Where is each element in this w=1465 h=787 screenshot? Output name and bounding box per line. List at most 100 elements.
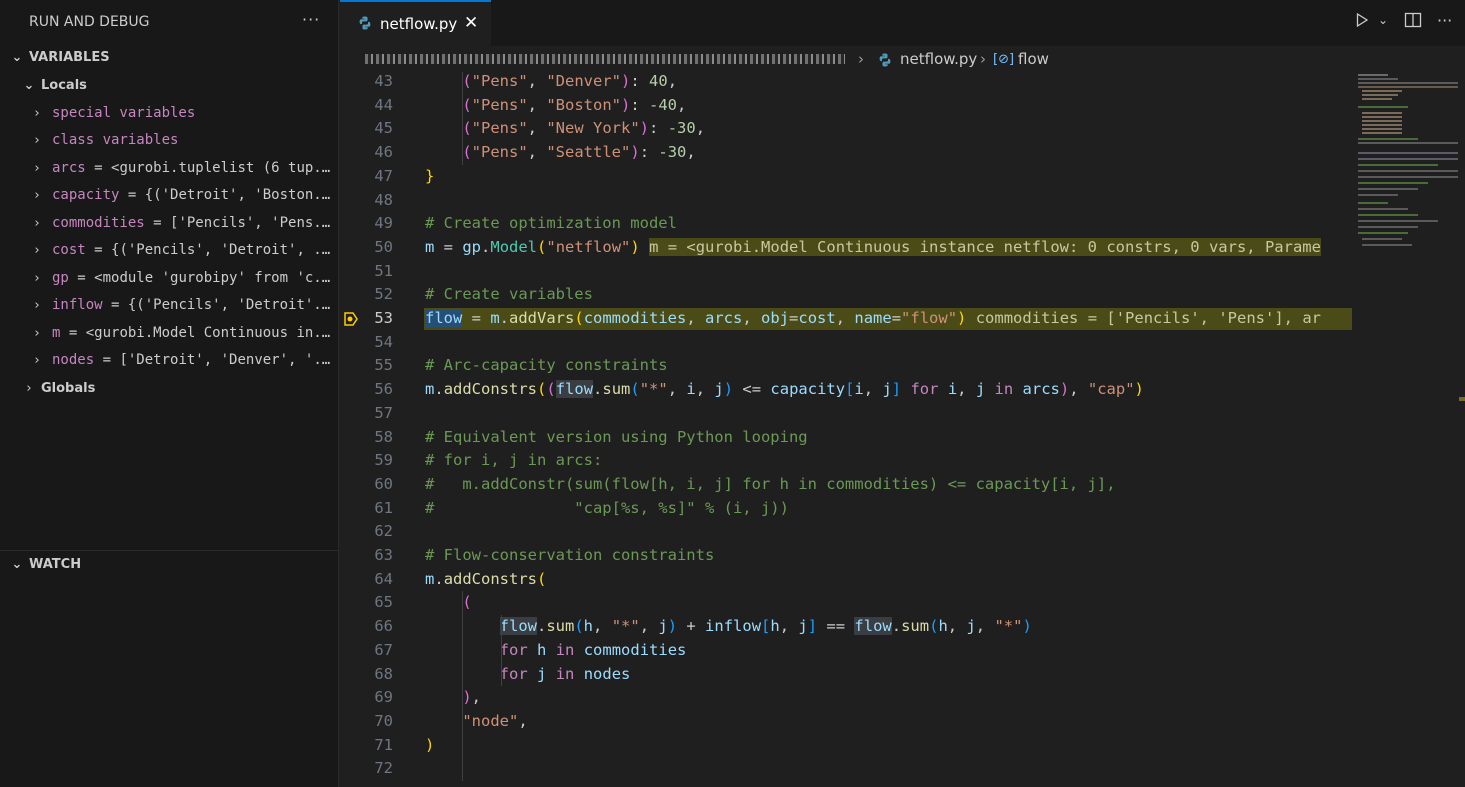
code-line[interactable]: 60 # m.addConstr(sum(flow[h, i, j] for h … (340, 473, 1352, 497)
code-editor[interactable]: 43 ("Pens", "Denver"): 40, 44 ("Pens", "B… (340, 72, 1352, 787)
line-number: 50 (374, 237, 393, 256)
line-number: 45 (374, 119, 393, 138)
minimap[interactable] (1352, 72, 1460, 787)
indent-guide (462, 591, 463, 781)
code-line[interactable]: 67 for h in commodities (340, 639, 1352, 663)
code-line[interactable]: 56 m.addConstrs((flow.sum("*", i, j) <= c… (340, 378, 1352, 402)
locals-scope[interactable]: ⌄ Locals (0, 75, 339, 97)
chevron-right-icon[interactable]: › (33, 237, 45, 264)
code-line[interactable]: 71) (340, 734, 1352, 758)
code-line[interactable]: 70 "node", (340, 710, 1352, 734)
watch-section-header[interactable]: ⌄ WATCH (0, 554, 339, 576)
code-text: for h in commodities (499, 640, 687, 659)
code-line[interactable]: 49 # Create optimization model (340, 212, 1352, 236)
code-line[interactable]: 44 ("Pens", "Boston"): -40, (340, 94, 1352, 118)
code-line[interactable]: 57 (340, 402, 1352, 426)
chevron-right-icon[interactable]: › (33, 347, 45, 374)
chevron-right-icon[interactable]: › (33, 127, 45, 154)
code-line[interactable]: 46 ("Pens", "Seattle"): -30, (340, 141, 1352, 165)
chevron-right-icon[interactable]: › (33, 265, 45, 292)
code-text: flow = m.addVars(commodities, arcs, obj=… (425, 309, 1321, 327)
code-text: ), (462, 688, 482, 707)
chevron-right-icon: › (980, 50, 986, 68)
variable-row[interactable]: › capacity = {('Detroit', 'Boston... (0, 182, 339, 209)
breadcrumb-symbol[interactable]: flow (1018, 50, 1049, 68)
line-number: 69 (374, 688, 393, 707)
variable-row[interactable]: › gp = <module 'gurobipy' from 'c... (0, 265, 339, 292)
section-divider (0, 550, 339, 551)
code-line[interactable]: 51 (340, 260, 1352, 284)
chevron-down-icon: ⌄ (23, 78, 35, 93)
code-text: m = gp.Model("netflow") m = <gurobi.Mode… (425, 237, 1321, 256)
code-text: ( (462, 593, 472, 612)
variable-row[interactable]: › nodes = ['Detroit', 'Denver', '... (0, 347, 339, 374)
chevron-right-icon[interactable]: › (33, 210, 45, 237)
code-line[interactable]: 52 # Create variables (340, 283, 1352, 307)
variable-name: class variables (52, 132, 179, 148)
code-line[interactable]: 47} (340, 165, 1352, 189)
variable-row[interactable]: › arcs = <gurobi.tuplelist (6 tup... (0, 155, 339, 182)
variable-row[interactable]: › special variables (0, 100, 339, 127)
tab-netflow[interactable]: netflow.py ✕ (340, 0, 491, 46)
globals-scope[interactable]: › Globals (0, 378, 339, 400)
code-line[interactable]: 53 flow = m.addVars(commodities, arcs, ob… (340, 307, 1352, 331)
breadcrumb-path-redacted (365, 54, 845, 64)
code-line[interactable]: 58 # Equivalent version using Python loop… (340, 426, 1352, 450)
code-line[interactable]: 63 # Flow-conservation constraints (340, 544, 1352, 568)
line-number: 59 (374, 451, 393, 470)
variable-row[interactable]: › cost = {('Pencils', 'Detroit', ... (0, 237, 339, 264)
indent-guide (462, 72, 463, 165)
code-line[interactable]: 68 for j in nodes (340, 663, 1352, 687)
line-number: 53 (374, 309, 393, 327)
chevron-down-icon: ⌄ (11, 50, 23, 65)
variables-section-header[interactable]: ⌄ VARIABLES (0, 47, 339, 69)
code-line[interactable]: 61 # "cap[%s, %s]" % (i, j)) (340, 497, 1352, 521)
line-number: 52 (374, 285, 393, 304)
chevron-right-icon[interactable]: › (33, 155, 45, 182)
line-number: 62 (374, 522, 393, 541)
chevron-right-icon[interactable]: › (33, 320, 45, 347)
inline-debug-value: commodities = ['Pencils', 'Pens'], ar (975, 309, 1321, 327)
code-line[interactable]: 65 ( (340, 591, 1352, 615)
close-icon[interactable]: ✕ (464, 13, 478, 33)
variable-row[interactable]: › inflow = {('Pencils', 'Detroit'... (0, 292, 339, 319)
code-line[interactable]: 64 m.addConstrs( (340, 568, 1352, 592)
more-actions-icon[interactable]: ··· (302, 10, 320, 29)
code-line[interactable]: 45 ("Pens", "New York"): -30, (340, 117, 1352, 141)
code-line[interactable]: 72 (340, 757, 1352, 781)
equals-sign: = (85, 242, 112, 258)
code-text: ("Pens", "New York"): -30, (462, 119, 706, 138)
code-text: # m.addConstr(sum(flow[h, i, j] for h in… (425, 474, 1116, 493)
variable-row[interactable]: › commodities = ['Pencils', 'Pens... (0, 210, 339, 237)
variable-name: commodities (52, 215, 145, 231)
inline-debug-value: m = <gurobi.Model Continuous instance ne… (649, 237, 1321, 256)
code-text: m.addConstrs( (425, 569, 547, 588)
variable-row[interactable]: › m = <gurobi.Model Continuous in... (0, 320, 339, 347)
variable-row[interactable]: › class variables (0, 127, 339, 154)
line-number: 43 (374, 72, 393, 90)
variable-name: cost (52, 242, 86, 258)
code-line[interactable]: 59 # for i, j in arcs: (340, 449, 1352, 473)
split-editor-icon[interactable] (1404, 12, 1422, 32)
more-actions-icon[interactable]: ··· (1437, 11, 1452, 30)
code-line[interactable]: 43 ("Pens", "Denver"): 40, (340, 72, 1352, 94)
breadcrumb: › netflow.py › [⊘] flow (340, 46, 1465, 72)
code-line[interactable]: 66 flow.sum(h, "*", j) + inflow[h, j] ==… (340, 615, 1352, 639)
code-line[interactable]: 69 ), (340, 686, 1352, 710)
chevron-right-icon[interactable]: › (33, 292, 45, 319)
code-line[interactable]: 62 (340, 520, 1352, 544)
run-dropdown-chevron-icon[interactable]: ⌄ (1378, 13, 1388, 27)
code-line[interactable]: 55 # Arc-capacity constraints (340, 354, 1352, 378)
play-icon[interactable] (1354, 12, 1370, 32)
code-line[interactable]: 54 (340, 331, 1352, 355)
code-line[interactable]: 50 m = gp.Model("netflow") m = <gurobi.Mo… (340, 236, 1352, 260)
breadcrumb-file[interactable]: netflow.py (900, 50, 977, 68)
line-number: 68 (374, 664, 393, 683)
chevron-right-icon[interactable]: › (33, 182, 45, 209)
chevron-right-icon[interactable]: › (33, 100, 45, 127)
vertical-scrollbar[interactable] (1458, 72, 1465, 787)
equals-sign: = (85, 160, 112, 176)
equals-sign: = (119, 187, 145, 203)
chevron-right-icon: › (858, 50, 864, 68)
code-line[interactable]: 48 (340, 189, 1352, 213)
